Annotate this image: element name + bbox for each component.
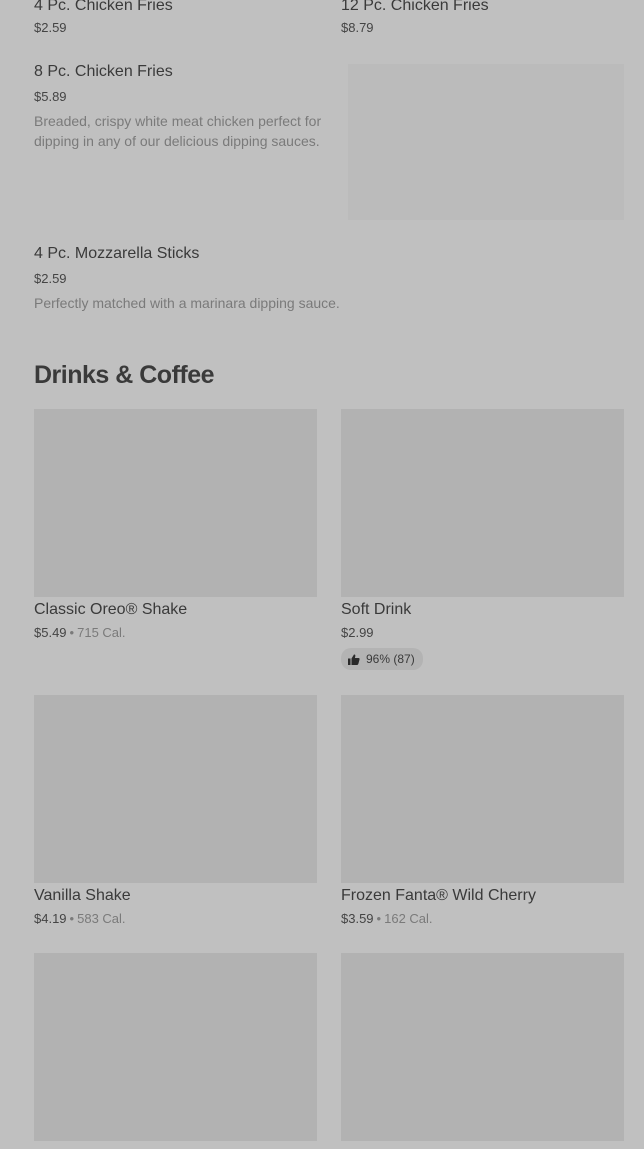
item-calories: 715 Cal. — [77, 625, 126, 640]
item-price-line: $4.19 • 583 Cal. — [34, 911, 126, 927]
menu-item-4pc-mozzarella-sticks[interactable]: 4 Pc. Mozzarella Sticks $2.59 Perfectly … — [34, 244, 624, 316]
item-name: 8 Pc. Chicken Fries — [34, 63, 173, 80]
item-price: $5.89 — [34, 89, 67, 104]
item-name: Classic Oreo® Shake — [34, 601, 188, 618]
item-calories: 162 Cal. — [384, 911, 433, 926]
rating-text: 96% (87) — [366, 652, 415, 666]
item-image — [341, 695, 624, 883]
rating-badge: 96% (87) — [341, 648, 423, 670]
item-price: $2.59 — [34, 20, 67, 35]
item-price: $4.19 — [34, 911, 67, 926]
section-title-drinks: Drinks & Coffee — [34, 361, 215, 389]
item-calories: 583 Cal. — [77, 911, 126, 926]
item-name: 4 Pc. Chicken Fries — [34, 0, 173, 14]
separator: • — [376, 911, 382, 926]
item-image — [341, 953, 624, 1141]
menu-item-partial-left[interactable] — [34, 953, 317, 1149]
menu-item-frozen-fanta-wild-cherry[interactable]: Frozen Fanta® Wild Cherry $3.59 • 162 Cal. — [341, 695, 624, 935]
item-image — [34, 695, 317, 883]
thumbs-up-icon — [348, 653, 360, 665]
menu-item-4pc-chicken-fries[interactable]: 4 Pc. Chicken Fries $2.59 — [34, 0, 314, 40]
item-name: Soft Drink — [341, 601, 412, 618]
item-price: $5.49 — [34, 625, 67, 640]
item-description: Perfectly matched with a marinara dippin… — [34, 295, 340, 311]
item-price: $8.79 — [341, 20, 374, 35]
item-image — [34, 953, 317, 1141]
item-image — [34, 409, 317, 597]
item-name: Vanilla Shake — [34, 887, 131, 904]
menu-item-partial-right[interactable] — [341, 953, 624, 1149]
separator: • — [69, 911, 75, 926]
item-price: $3.59 — [341, 911, 374, 926]
item-name: Frozen Fanta® Wild Cherry — [341, 887, 536, 904]
item-price: $2.99 — [341, 625, 374, 640]
item-price-line: $5.49 • 715 Cal. — [34, 625, 126, 641]
item-description: Breaded, crispy white meat chicken perfe… — [34, 113, 322, 149]
item-name: 4 Pc. Mozzarella Sticks — [34, 245, 200, 262]
item-price-line: $3.59 • 162 Cal. — [341, 911, 433, 927]
item-name: 12 Pc. Chicken Fries — [341, 0, 489, 14]
menu-item-soft-drink[interactable]: Soft Drink $2.99 96% (87) — [341, 409, 624, 671]
menu-item-classic-oreo-shake[interactable]: Classic Oreo® Shake $5.49 • 715 Cal. — [34, 409, 317, 649]
item-image — [348, 64, 624, 220]
menu-item-12pc-chicken-fries[interactable]: 12 Pc. Chicken Fries $8.79 — [341, 0, 621, 40]
menu-item-vanilla-shake[interactable]: Vanilla Shake $4.19 • 583 Cal. — [34, 695, 317, 935]
menu-item-8pc-chicken-fries[interactable]: 8 Pc. Chicken Fries $5.89 Breaded, crisp… — [34, 62, 624, 220]
separator: • — [69, 625, 75, 640]
item-image — [341, 409, 624, 597]
item-price: $2.59 — [34, 271, 67, 286]
